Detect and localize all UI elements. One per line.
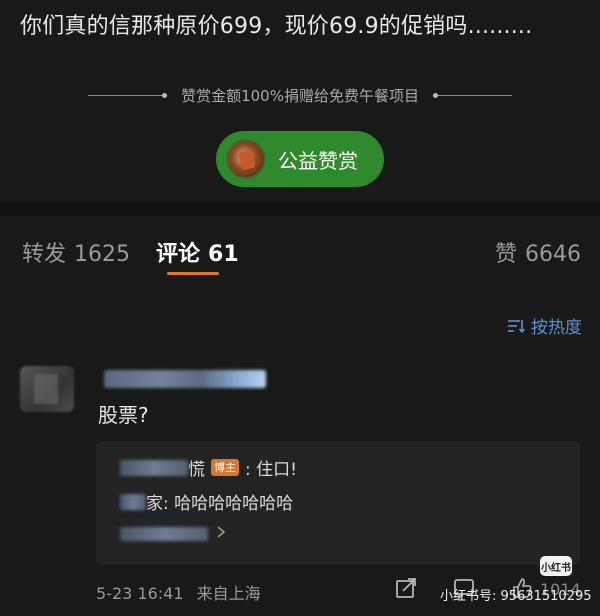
post-text: 你们真的信那种原价699，现价69.9的促销吗......... bbox=[20, 14, 533, 39]
reward-button-label: 公益赞赏 bbox=[278, 148, 358, 173]
watermark-logo: 小红书 bbox=[540, 556, 572, 576]
watermark-label: 小红书号: bbox=[440, 589, 497, 604]
reply-name-visible: 家 bbox=[146, 494, 163, 514]
share-icon[interactable] bbox=[394, 576, 420, 602]
tab-comments-count: 61 bbox=[208, 242, 239, 267]
chevron-right-icon bbox=[216, 525, 226, 543]
tab-comments[interactable]: 评论 61 bbox=[156, 236, 239, 268]
reply-row: 家 : 哈哈哈哈哈哈哈 bbox=[120, 489, 293, 514]
reply-name-blurred bbox=[120, 459, 188, 476]
comment-meta: 5-23 16:41 来自上海 bbox=[96, 580, 261, 604]
active-tab-indicator bbox=[167, 272, 219, 275]
divider-left bbox=[88, 92, 168, 98]
divider-right bbox=[432, 92, 513, 98]
tab-likes-label: 赞 bbox=[495, 242, 518, 267]
reward-badge-icon bbox=[226, 139, 266, 179]
commenter-name-blurred[interactable] bbox=[104, 370, 266, 388]
tab-reposts[interactable]: 转发 1625 bbox=[22, 236, 130, 268]
tab-reposts-count: 1625 bbox=[74, 242, 131, 267]
donation-note: 赞赏金额100%捐赠给免费午餐项目 bbox=[181, 86, 419, 105]
reply-text: : 哈哈哈哈哈哈哈 bbox=[163, 494, 294, 514]
watermark-id: 95631510295 bbox=[500, 589, 592, 604]
tab-reposts-label: 转发 bbox=[22, 242, 67, 267]
reply-row: 慌 博主 : 住口! bbox=[120, 455, 297, 480]
replies-box[interactable]: 慌 博主 : 住口! 家 : 哈哈哈哈哈哈哈 bbox=[96, 441, 580, 565]
comment-text: 股票? bbox=[98, 403, 149, 427]
charity-reward-button[interactable]: 公益赞赏 bbox=[216, 131, 384, 187]
reply-text: : 住口! bbox=[245, 460, 297, 480]
watermark-text: 小红书号: 95631510295 bbox=[440, 585, 592, 604]
author-badge: 博主 bbox=[211, 459, 239, 476]
section-separator bbox=[0, 202, 600, 216]
tab-likes-count: 6646 bbox=[525, 242, 582, 267]
comment-timestamp: 5-23 16:41 bbox=[96, 584, 184, 603]
sort-by-hot-button[interactable]: 按热度 bbox=[507, 313, 582, 338]
donation-note-line: 赞赏金额100%捐赠给免费午餐项目 bbox=[88, 82, 513, 108]
sort-icon bbox=[507, 318, 525, 334]
reply-name-visible: 慌 bbox=[188, 460, 205, 480]
view-more-replies[interactable] bbox=[120, 525, 226, 543]
more-replies-blurred bbox=[120, 527, 208, 541]
comment-location: 来自上海 bbox=[196, 584, 261, 603]
avatar[interactable] bbox=[20, 366, 74, 412]
sort-label: 按热度 bbox=[531, 318, 582, 338]
tab-comments-label: 评论 bbox=[156, 242, 201, 267]
reply-name-blurred bbox=[120, 493, 146, 510]
tab-likes[interactable]: 赞 6646 bbox=[495, 236, 581, 268]
